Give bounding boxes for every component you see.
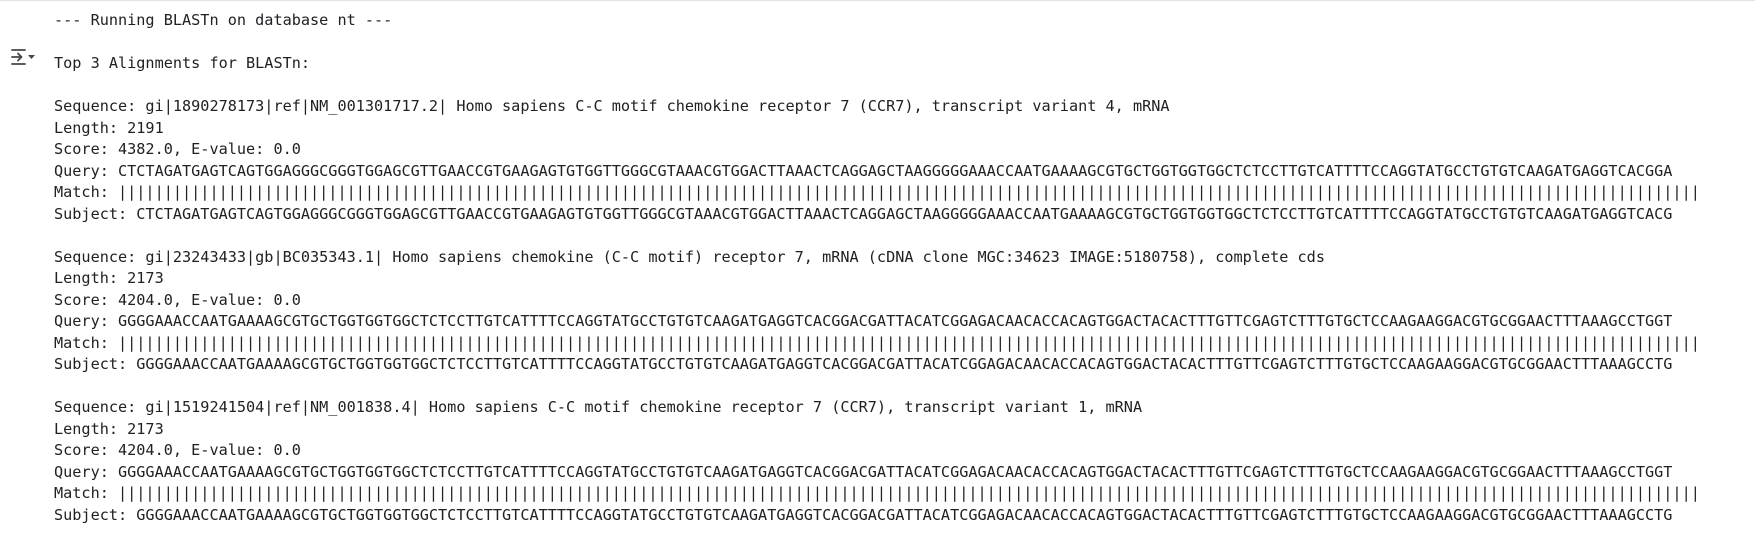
alignment-2-length: Length: 2173 <box>54 269 164 287</box>
stdout-text: --- Running BLASTn on database nt --- Top… <box>54 10 1755 526</box>
alignment-1-length: Length: 2191 <box>54 118 164 137</box>
alignment-2-query: Query: GGGGAAACCAATGAAAAGCGTGCTGGTGGTGGC… <box>54 312 1673 330</box>
cell-top-border <box>0 0 1755 1</box>
alignment-3-match: Match: |||||||||||||||||||||||||||||||||… <box>54 484 1700 502</box>
alignment-3-length: Length: 2173 <box>54 419 164 438</box>
alignment-1-subject: Subject: CTCTAGATGAGTCAGTGGAGGGCGGGTGGAG… <box>54 204 1673 223</box>
alignment-1-score: Score: 4382.0, E-value: 0.0 <box>54 140 301 158</box>
run-header: --- Running BLASTn on database nt --- <box>54 11 393 29</box>
alignments-title: Top 3 Alignments for BLASTn: <box>54 54 311 72</box>
alignment-2-sequence: Sequence: gi|23243433|gb|BC035343.1| Hom… <box>54 247 1325 266</box>
alignment-2-match: Match: |||||||||||||||||||||||||||||||||… <box>54 333 1700 352</box>
alignment-2-score: Score: 4204.0, E-value: 0.0 <box>54 290 301 309</box>
alignment-2-subject: Subject: GGGGAAACCAATGAAAAGCGTGCTGGTGGTG… <box>54 355 1673 373</box>
output-actions-icon[interactable] <box>10 47 36 69</box>
alignment-3-subject: Subject: GGGGAAACCAATGAAAAGCGTGCTGGTGGTG… <box>54 505 1673 524</box>
alignment-1-sequence: Sequence: gi|1890278173|ref|NM_001301717… <box>54 97 1170 115</box>
alignment-3-score: Score: 4204.0, E-value: 0.0 <box>54 441 301 459</box>
alignment-3-query: Query: GGGGAAACCAATGAAAAGCGTGCTGGTGGTGGC… <box>54 462 1673 481</box>
alignment-3-sequence: Sequence: gi|1519241504|ref|NM_001838.4|… <box>54 398 1143 416</box>
cell-output: --- Running BLASTn on database nt --- Top… <box>54 10 1755 541</box>
alignment-1-query: Query: CTCTAGATGAGTCAGTGGAGGGCGGGTGGAGCG… <box>54 161 1673 180</box>
alignment-1-match: Match: |||||||||||||||||||||||||||||||||… <box>54 183 1700 201</box>
